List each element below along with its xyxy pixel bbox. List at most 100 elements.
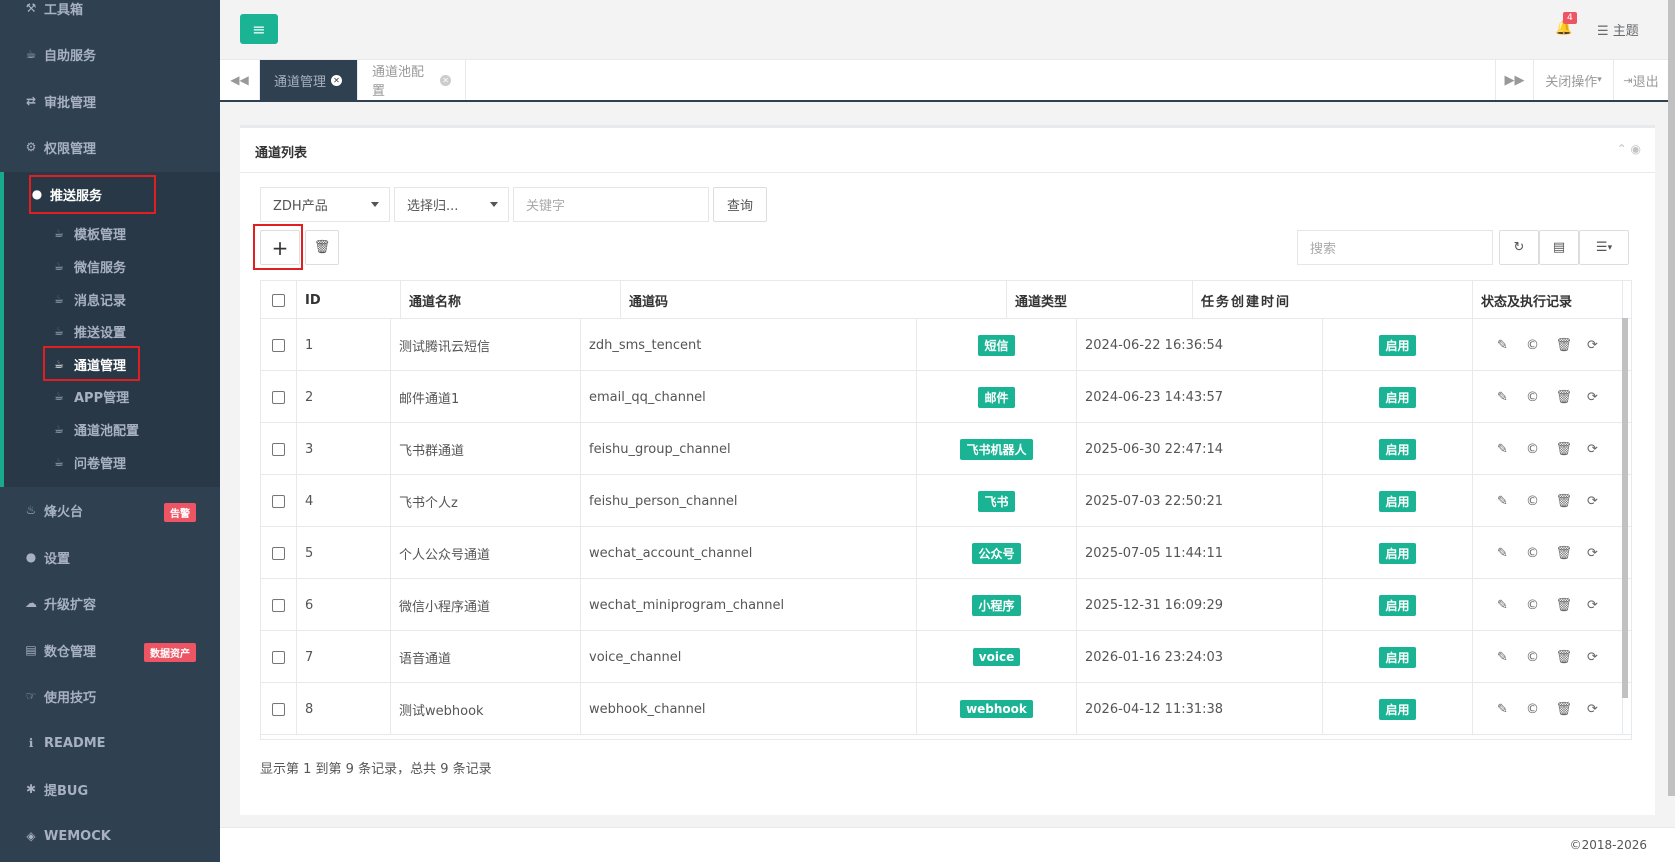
edit-icon[interactable]: ✎	[1496, 390, 1510, 405]
sync-icon[interactable]: ⟳	[1586, 598, 1600, 613]
header-status[interactable]: 状态及执行记录	[1473, 281, 1623, 319]
row-type: webhook	[917, 683, 1077, 735]
page-scrollbar[interactable]	[1668, 0, 1675, 796]
row-checkbox[interactable]	[272, 390, 285, 404]
trash-icon[interactable]: 🗑	[1556, 442, 1573, 457]
close-icon[interactable]: ✕	[331, 74, 343, 86]
sidebar-subitem-messages[interactable]: ☕ 消息记录	[54, 286, 126, 312]
delete-button[interactable]: 🗑	[305, 230, 339, 265]
table-row[interactable]: 8 测试webhook webhook_channel webhook 2026-04-…	[261, 683, 1631, 735]
copy-icon[interactable]: ©	[1526, 546, 1540, 561]
trash-icon[interactable]: 🗑	[1556, 546, 1573, 561]
row-checkbox[interactable]	[272, 494, 285, 508]
product-select[interactable]: ZDH产品	[260, 187, 390, 222]
sidebar-item-self-service[interactable]: ☕ 自助服务	[0, 34, 220, 74]
row-status: 启用	[1323, 579, 1473, 631]
columns-dropdown[interactable]: ☰ ▾	[1579, 230, 1629, 265]
sidebar-item-bug[interactable]: ✱ 提BUG	[0, 769, 220, 809]
sync-icon[interactable]: ⟳	[1586, 390, 1600, 405]
row-checkbox[interactable]	[272, 546, 285, 560]
header-channel-type[interactable]: 通道类型	[1007, 281, 1193, 319]
sidebar-subitem-wechat[interactable]: ☕ 微信服务	[54, 253, 126, 279]
keyword-input[interactable]: 关键字	[513, 187, 709, 222]
sidebar-item-tips[interactable]: ☞ 使用技巧	[0, 676, 220, 716]
header-channel-name[interactable]: 通道名称	[401, 281, 621, 319]
edit-icon[interactable]: ✎	[1496, 598, 1510, 613]
sidebar-subitem-template[interactable]: ☕ 模板管理	[54, 220, 126, 246]
sidebar-item-approval[interactable]: ⇄ 审批管理	[0, 81, 220, 121]
edit-icon[interactable]: ✎	[1496, 546, 1510, 561]
close-icon[interactable]: ✕	[440, 74, 451, 86]
table-row[interactable]: 4 飞书个人z feishu_person_channel 飞书 2025-07-03 …	[261, 475, 1631, 527]
search-input[interactable]: 搜索	[1297, 230, 1493, 265]
copy-icon[interactable]: ©	[1526, 702, 1540, 717]
row-checkbox[interactable]	[272, 650, 285, 664]
menu-toggle-button[interactable]: ≡	[240, 14, 278, 44]
sidebar-subitem-push-settings[interactable]: ☕ 推送设置	[54, 318, 126, 344]
logout-button[interactable]: ⇥ 退出	[1613, 60, 1668, 100]
sync-icon[interactable]: ⟳	[1586, 650, 1600, 665]
hand-icon: ☞	[25, 689, 37, 703]
sync-icon[interactable]: ⟳	[1586, 546, 1600, 561]
query-button[interactable]: 查询	[713, 187, 767, 222]
refresh-button[interactable]: ↻	[1499, 230, 1539, 265]
edit-icon[interactable]: ✎	[1496, 494, 1510, 509]
tab-scroll-left-button[interactable]: ◀◀	[220, 60, 260, 100]
sync-icon[interactable]: ⟳	[1586, 494, 1600, 509]
close-ops-dropdown[interactable]: 关闭操作 ▾	[1533, 60, 1613, 100]
group-select[interactable]: 选择归...	[394, 187, 509, 222]
chevron-up-icon[interactable]: ⌃	[1617, 142, 1627, 156]
sidebar-item-toolbox[interactable]: ⚒ 工具箱	[0, 0, 220, 28]
row-checkbox[interactable]	[272, 442, 285, 456]
table-row[interactable]: 5 个人公众号通道 wechat_account_channel 公众号 2025-07…	[261, 527, 1631, 579]
table-row[interactable]: 2 邮件通道1 email_qq_channel 邮件 2024-06-23 14:43…	[261, 371, 1631, 423]
table-row[interactable]: 7 语音通道 voice_channel voice 2026-01-16 23:24:…	[261, 631, 1631, 683]
edit-icon[interactable]: ✎	[1496, 338, 1510, 353]
copy-icon[interactable]: ©	[1526, 338, 1540, 353]
sidebar-subitem-app-manage[interactable]: ☕ APP管理	[54, 383, 129, 409]
sync-icon[interactable]: ⟳	[1586, 702, 1600, 717]
row-name: 测试腾讯云短信	[391, 319, 581, 371]
sync-icon[interactable]: ⟳	[1586, 338, 1600, 353]
sidebar-item-settings[interactable]: ● 设置	[0, 537, 220, 577]
table-row[interactable]: 6 微信小程序通道 wechat_miniprogram_channel 小程序 202…	[261, 579, 1631, 631]
trash-icon[interactable]: 🗑	[1556, 494, 1573, 509]
table-scrollbar[interactable]	[1622, 318, 1628, 698]
copy-icon[interactable]: ©	[1526, 494, 1540, 509]
copy-icon[interactable]: ©	[1526, 390, 1540, 405]
edit-icon[interactable]: ✎	[1496, 702, 1510, 717]
sync-icon[interactable]: ⟳	[1586, 442, 1600, 457]
tab-scroll-right-button[interactable]: ▶▶	[1495, 60, 1533, 100]
row-checkbox[interactable]	[272, 598, 285, 612]
sidebar-item-upgrade[interactable]: ☁ 升级扩容	[0, 583, 220, 623]
trash-icon[interactable]: 🗑	[1556, 598, 1573, 613]
sidebar-subitem-survey[interactable]: ☕ 问卷管理	[54, 449, 126, 475]
trash-icon[interactable]: 🗑	[1556, 390, 1573, 405]
copy-icon[interactable]: ©	[1526, 442, 1540, 457]
row-checkbox[interactable]	[272, 702, 285, 716]
table-row[interactable]: 3 飞书群通道 feishu_group_channel 飞书机器人 2025-06-3…	[261, 423, 1631, 475]
table-row[interactable]: 1 测试腾讯云短信 zdh_sms_tencent 短信 2024-06-22 16:3…	[261, 319, 1631, 371]
tab-channel-pool[interactable]: 通道池配置 ✕	[358, 60, 466, 100]
select-all-checkbox[interactable]	[272, 293, 285, 307]
edit-icon[interactable]: ✎	[1496, 650, 1510, 665]
header-id[interactable]: ID	[297, 281, 401, 319]
row-checkbox[interactable]	[272, 338, 285, 352]
panel-title: 通道列表	[255, 146, 308, 161]
copy-icon[interactable]: ©	[1526, 598, 1540, 613]
eye-icon[interactable]: ◉	[1631, 142, 1641, 156]
trash-icon[interactable]: 🗑	[1556, 702, 1573, 717]
sidebar-item-permission[interactable]: ⚙ 权限管理	[0, 127, 220, 167]
edit-icon[interactable]: ✎	[1496, 442, 1510, 457]
copy-icon[interactable]: ©	[1526, 650, 1540, 665]
toggle-view-button[interactable]: ▤	[1539, 230, 1579, 265]
theme-button[interactable]: ☰ 主题	[1597, 20, 1639, 39]
header-created-time[interactable]: 任务创建时间	[1193, 281, 1473, 319]
header-channel-code[interactable]: 通道码	[621, 281, 1007, 319]
sidebar-subitem-channel-pool[interactable]: ☕ 通道池配置	[54, 416, 139, 442]
trash-icon[interactable]: 🗑	[1556, 338, 1573, 353]
sidebar-item-wemock[interactable]: ◈ WEMOCK	[0, 816, 220, 856]
trash-icon[interactable]: 🗑	[1556, 650, 1573, 665]
tab-channel-manage[interactable]: 通道管理 ✕	[260, 60, 358, 100]
sidebar-item-readme[interactable]: ℹ README	[0, 723, 220, 763]
